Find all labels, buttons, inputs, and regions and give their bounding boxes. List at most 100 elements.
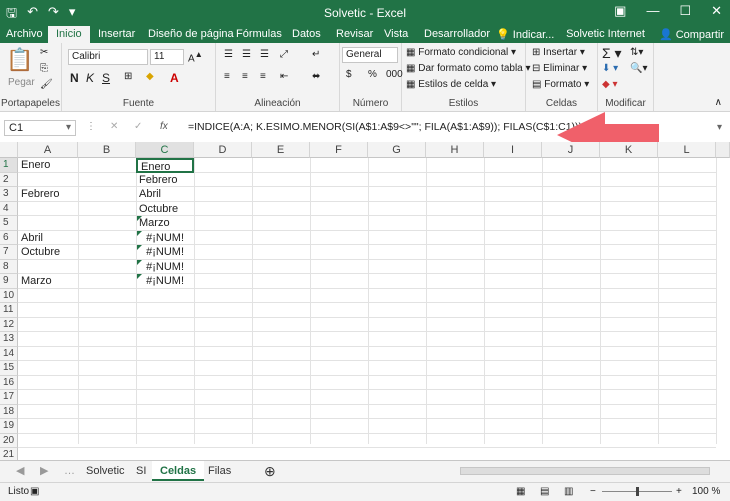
underline-icon[interactable]: S bbox=[102, 71, 110, 85]
namebox-dropdown-icon[interactable]: ▾ bbox=[66, 122, 71, 133]
enter-icon[interactable]: ✓ bbox=[134, 121, 142, 132]
row-header[interactable]: 18 bbox=[0, 404, 18, 419]
align-middle-icon[interactable]: ☰ bbox=[242, 49, 251, 60]
align-left-icon[interactable]: ≡ bbox=[224, 71, 230, 82]
tab-archivo[interactable]: Archivo bbox=[6, 28, 43, 40]
font-name-select[interactable]: Calibri bbox=[68, 49, 148, 65]
cell-a1[interactable]: Enero bbox=[18, 158, 50, 172]
row-header[interactable]: 20 bbox=[0, 433, 18, 448]
row-header[interactable]: 19 bbox=[0, 419, 18, 434]
percent-icon[interactable]: % bbox=[368, 69, 377, 80]
vertical-scrollbar[interactable] bbox=[716, 142, 730, 158]
minimize-icon[interactable]: — bbox=[646, 3, 659, 19]
col-header-a[interactable]: A bbox=[18, 142, 78, 158]
col-header-b[interactable]: B bbox=[78, 142, 136, 158]
account-name[interactable]: Solvetic Internet bbox=[566, 28, 645, 41]
macro-record-icon[interactable]: ▣ bbox=[30, 486, 39, 497]
row-header[interactable]: 12 bbox=[0, 317, 18, 332]
cell-c1-selected[interactable]: Enero bbox=[136, 158, 194, 173]
normal-view-icon[interactable]: ▦ bbox=[516, 486, 525, 497]
close-icon[interactable]: ✕ bbox=[711, 3, 722, 19]
cell-c4[interactable]: Octubre bbox=[136, 202, 178, 216]
format-table-button[interactable]: ▦ Dar formato como tabla ▾ bbox=[406, 63, 531, 74]
cell-styles-button[interactable]: ▦ Estilos de celda ▾ bbox=[406, 79, 496, 90]
row-header[interactable]: 13 bbox=[0, 332, 18, 347]
format-painter-icon[interactable]: 🖌 bbox=[40, 79, 53, 90]
col-header-f[interactable]: F bbox=[310, 142, 368, 158]
tell-me[interactable]: 💡 Indicar... bbox=[496, 28, 554, 41]
tab-inicio[interactable]: Inicio bbox=[48, 26, 90, 43]
collapse-ribbon-icon[interactable]: ∧ bbox=[715, 97, 722, 108]
row-header[interactable]: 17 bbox=[0, 390, 18, 405]
zoom-slider-handle[interactable] bbox=[636, 487, 639, 496]
comma-icon[interactable]: 000 bbox=[386, 69, 403, 80]
clear-icon[interactable]: ◆ ▾ bbox=[602, 79, 618, 90]
row-header[interactable]: 4 bbox=[0, 201, 18, 216]
tab-datos[interactable]: Datos bbox=[292, 28, 321, 40]
tab-desarrollador[interactable]: Desarrollador bbox=[424, 28, 490, 40]
zoom-in-icon[interactable]: + bbox=[676, 486, 682, 497]
cell-c7[interactable]: #¡NUM! bbox=[136, 245, 194, 259]
zoom-out-icon[interactable]: − bbox=[590, 486, 596, 497]
fill-color-icon[interactable]: ◆ bbox=[146, 71, 154, 82]
row-header[interactable]: 11 bbox=[0, 303, 18, 318]
find-select-icon[interactable]: 🔍▾ bbox=[630, 63, 647, 74]
share-button[interactable]: 👤 Compartir bbox=[659, 28, 724, 41]
align-center-icon[interactable]: ≡ bbox=[242, 71, 248, 82]
paste-icon[interactable]: 📋 bbox=[6, 47, 33, 73]
expand-formula-icon[interactable]: ▾ bbox=[717, 122, 722, 133]
align-bottom-icon[interactable]: ☰ bbox=[260, 49, 269, 60]
cell-c8[interactable]: #¡NUM! bbox=[136, 260, 194, 274]
col-header-h[interactable]: H bbox=[426, 142, 484, 158]
orientation-icon[interactable]: ⤢ bbox=[280, 49, 288, 60]
page-break-icon[interactable]: ▥ bbox=[564, 486, 573, 497]
row-header[interactable]: 5 bbox=[0, 216, 18, 231]
autosum-icon[interactable]: Σ ▾ bbox=[602, 45, 622, 62]
wrap-text-icon[interactable]: ↵ bbox=[312, 49, 320, 60]
ribbon-options-icon[interactable]: ▣ bbox=[614, 3, 626, 19]
formula-input[interactable]: =INDICE(A:A; K.ESIMO.MENOR(SI(A$1:A$9<>"… bbox=[188, 121, 582, 133]
insert-cells-button[interactable]: ⊞ Insertar ▾ bbox=[532, 47, 585, 58]
scroll-left-icon[interactable]: ◀ bbox=[8, 461, 32, 481]
cancel-icon[interactable]: ✕ bbox=[110, 121, 118, 132]
zoom-level[interactable]: 100 % bbox=[692, 486, 720, 497]
row-header[interactable]: 6 bbox=[0, 230, 18, 245]
borders-icon[interactable]: ⊞ bbox=[124, 71, 132, 82]
col-header-g[interactable]: G bbox=[368, 142, 426, 158]
font-color-icon[interactable]: A bbox=[170, 71, 179, 85]
tab-diseno[interactable]: Diseño de página bbox=[148, 28, 234, 40]
cell-c9[interactable]: #¡NUM! bbox=[136, 274, 194, 288]
col-header-j[interactable]: J bbox=[542, 142, 600, 158]
sheet-tab-celdas[interactable]: Celdas bbox=[152, 461, 205, 481]
sheet-tab-filas[interactable]: Filas bbox=[200, 461, 239, 481]
sheet-tab-si[interactable]: SI bbox=[128, 461, 154, 481]
grow-font-icon[interactable]: A▲ bbox=[188, 49, 203, 64]
cell-a9[interactable]: Marzo bbox=[18, 274, 52, 288]
align-right-icon[interactable]: ≡ bbox=[260, 71, 266, 82]
horizontal-scrollbar[interactable] bbox=[460, 467, 710, 475]
scroll-right-icon[interactable]: ▶ bbox=[32, 461, 56, 481]
row-header[interactable]: 8 bbox=[0, 259, 18, 274]
align-top-icon[interactable]: ☰ bbox=[224, 49, 233, 60]
indent-icon[interactable]: ⇤ bbox=[280, 71, 288, 82]
col-header-e[interactable]: E bbox=[252, 142, 310, 158]
add-sheet-icon[interactable]: ⊕ bbox=[256, 461, 284, 481]
sheet-tab-solvetic[interactable]: Solvetic bbox=[78, 461, 133, 481]
fill-icon[interactable]: ⬇ ▾ bbox=[602, 63, 618, 74]
row-header[interactable]: 3 bbox=[0, 187, 18, 202]
col-header-l[interactable]: L bbox=[658, 142, 716, 158]
row-header[interactable]: 16 bbox=[0, 375, 18, 390]
col-header-d[interactable]: D bbox=[194, 142, 252, 158]
italic-icon[interactable]: K bbox=[86, 71, 94, 85]
cell-c2[interactable]: Febrero bbox=[136, 173, 178, 187]
row-header[interactable]: 7 bbox=[0, 245, 18, 260]
font-size-select[interactable]: 11 bbox=[150, 49, 184, 65]
currency-icon[interactable]: $ bbox=[346, 69, 352, 80]
col-header-k[interactable]: K bbox=[600, 142, 658, 158]
insert-function-icon[interactable]: fx bbox=[160, 121, 168, 132]
cell-a3[interactable]: Febrero bbox=[18, 187, 60, 201]
copy-icon[interactable]: ⎘ bbox=[40, 63, 48, 74]
col-header-c[interactable]: C bbox=[136, 142, 194, 158]
page-layout-icon[interactable]: ▤ bbox=[540, 486, 549, 497]
row-header[interactable]: 1 bbox=[0, 158, 18, 173]
